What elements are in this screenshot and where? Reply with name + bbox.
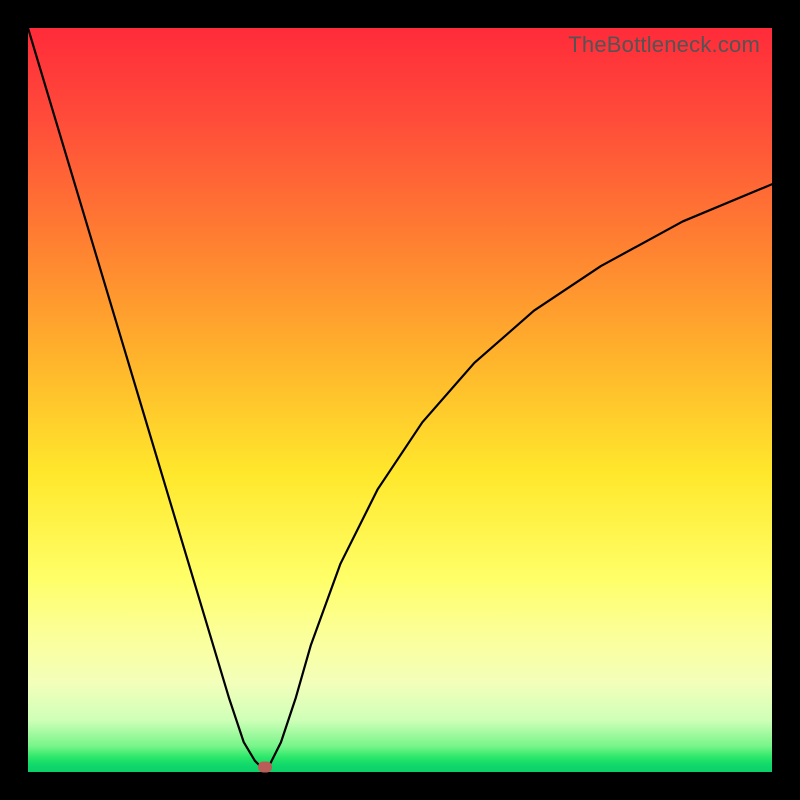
watermark-text: TheBottleneck.com (568, 32, 760, 58)
optimal-point-marker (258, 761, 272, 772)
bottleneck-curve (28, 28, 772, 772)
chart-frame: TheBottleneck.com (0, 0, 800, 800)
plot-area: TheBottleneck.com (28, 28, 772, 772)
